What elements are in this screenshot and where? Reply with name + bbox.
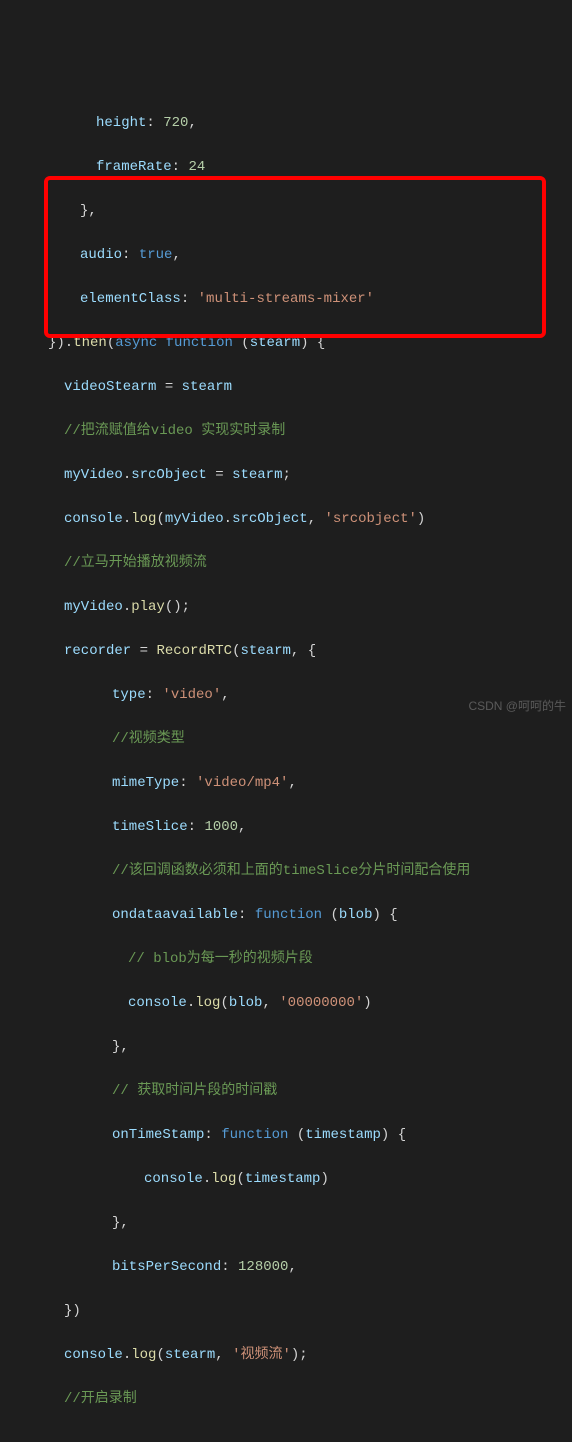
code-line: bitsPerSecond: 128000, bbox=[8, 1256, 572, 1278]
code-line: // 获取时间片段的时间戳 bbox=[8, 1080, 572, 1102]
code-line: ondataavailable: function (blob) { bbox=[8, 904, 572, 926]
code-line: //开启录制 bbox=[8, 1388, 572, 1410]
code-line: height: 720, bbox=[8, 112, 572, 134]
watermark-text: CSDN @呵呵的牛 bbox=[468, 695, 566, 717]
code-line: mimeType: 'video/mp4', bbox=[8, 772, 572, 794]
code-line: console.log(myVideo.srcObject, 'srcobjec… bbox=[8, 508, 572, 530]
code-line: }).then(async function (stearm) { bbox=[8, 332, 572, 354]
code-line: //立马开始播放视频流 bbox=[8, 552, 572, 574]
code-line: }, bbox=[8, 200, 572, 222]
code-line: myVideo.play(); bbox=[8, 596, 572, 618]
code-line: frameRate: 24 bbox=[8, 156, 572, 178]
code-line: //视频类型 bbox=[8, 728, 572, 750]
code-line: }, bbox=[8, 1036, 572, 1058]
code-line: timeSlice: 1000, bbox=[8, 816, 572, 838]
code-line: }, bbox=[8, 1212, 572, 1234]
code-line: console.log(blob, '00000000') bbox=[8, 992, 572, 1014]
code-line: //把流赋值给video 实现实时录制 bbox=[8, 420, 572, 442]
code-line: recorder = RecordRTC(stearm, { bbox=[8, 640, 572, 662]
code-line: onTimeStamp: function (timestamp) { bbox=[8, 1124, 572, 1146]
code-line: videoStearm = stearm bbox=[8, 376, 572, 398]
code-line: // blob为每一秒的视频片段 bbox=[8, 948, 572, 970]
code-line: //该回调函数必须和上面的timeSlice分片时间配合使用 bbox=[8, 860, 572, 882]
code-line: console.log(timestamp) bbox=[8, 1168, 572, 1190]
code-line: audio: true, bbox=[8, 244, 572, 266]
code-line: elementClass: 'multi-streams-mixer' bbox=[8, 288, 572, 310]
code-editor[interactable]: height: 720, frameRate: 24 }, audio: tru… bbox=[0, 90, 572, 1432]
code-line: console.log(stearm, '视频流'); bbox=[8, 1344, 572, 1366]
code-line: }) bbox=[8, 1300, 572, 1322]
code-line: myVideo.srcObject = stearm; bbox=[8, 464, 572, 486]
